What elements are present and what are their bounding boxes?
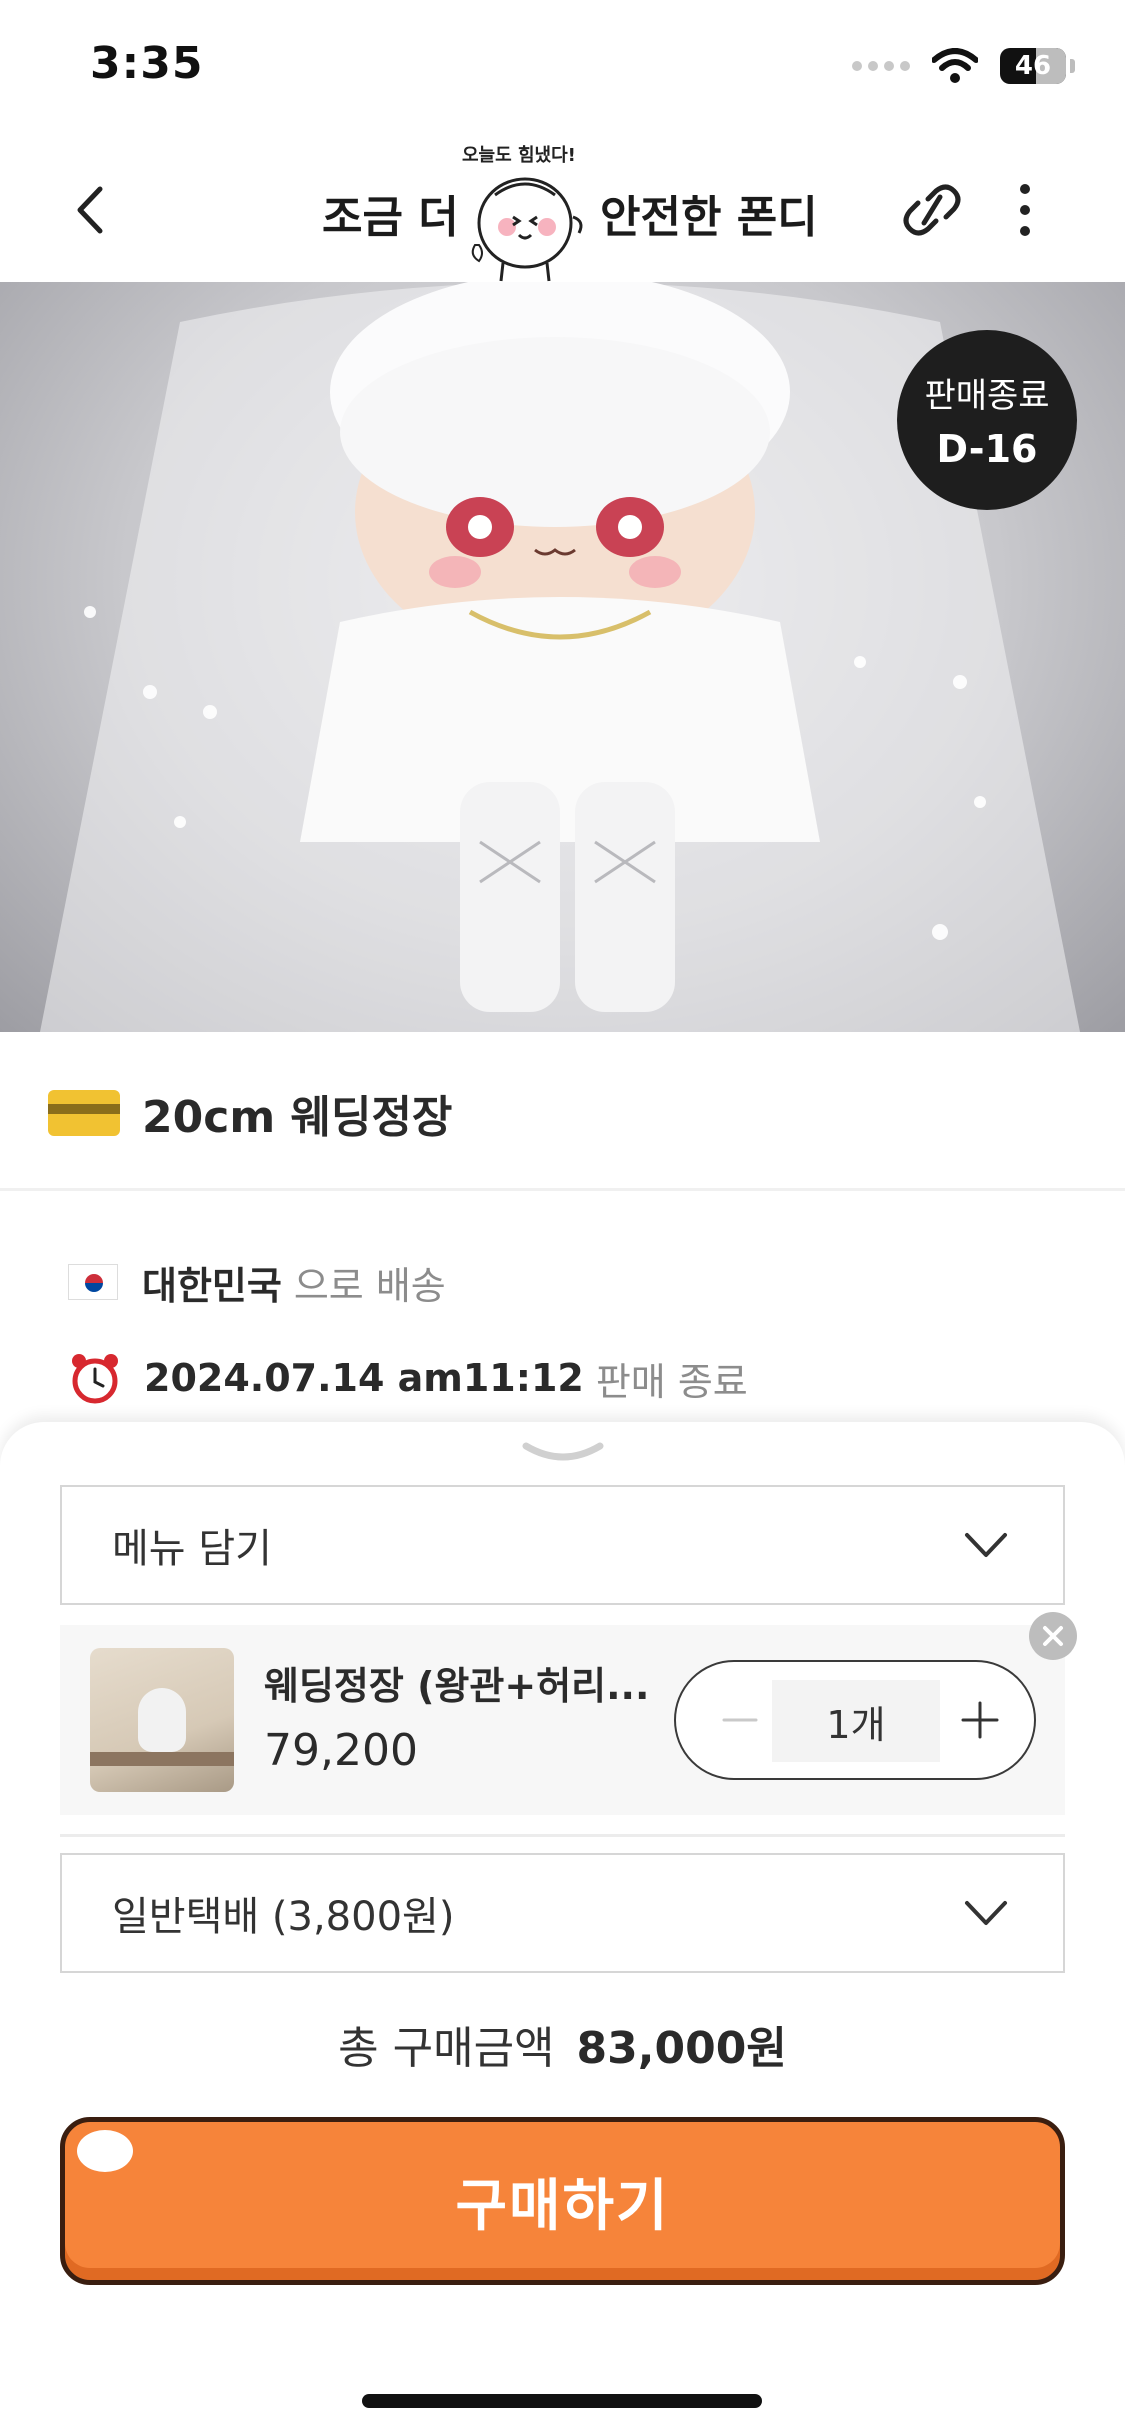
credit-card-icon — [48, 1090, 120, 1136]
sale-end-suffix: 판매 종료 — [595, 1359, 748, 1404]
shipping-country: 대한민국 — [142, 1263, 282, 1308]
battery-level: 46 — [1014, 51, 1052, 81]
delivery-select-value: 일반택배 (3,800원) — [112, 1894, 455, 1940]
status-icons: 46 — [852, 48, 1075, 84]
delivery-select-dropdown[interactable]: 일반택배 (3,800원) — [60, 1853, 1065, 1973]
menu-select-value: 메뉴 담기 — [112, 1526, 272, 1572]
header-title-left: 조금 더 — [322, 192, 459, 243]
quantity-value[interactable]: 1개 — [772, 1680, 940, 1762]
chevron-down-icon — [965, 1901, 1007, 1925]
shipping-info-row: 대한민국 으로 배송 — [68, 1252, 446, 1312]
divider — [0, 1188, 1125, 1191]
buy-button[interactable]: 구매하기 — [60, 2117, 1065, 2285]
sale-end-badge: 판매종료 D-16 — [897, 330, 1077, 510]
minus-icon[interactable] — [720, 1700, 760, 1740]
button-gloss — [77, 2130, 133, 2172]
sale-end-info-row: 2024.07.14 am11:12 판매 종료 — [68, 1348, 748, 1408]
alarm-clock-icon — [72, 1354, 118, 1404]
divider — [60, 1834, 1065, 1837]
chevron-down-icon — [965, 1533, 1007, 1557]
sale-end-datetime: 2024.07.14 am11:12 — [144, 1356, 584, 1400]
total-amount: 83,000원 — [576, 2023, 787, 2074]
home-indicator[interactable] — [362, 2394, 762, 2408]
product-title-row: 20cm 웨딩정장 — [48, 1078, 452, 1148]
quantity-stepper: 1개 — [674, 1660, 1036, 1780]
back-chevron-icon[interactable] — [62, 175, 122, 245]
buy-button-label: 구매하기 — [455, 2173, 670, 2239]
status-bar: 3:35 46 — [0, 0, 1125, 135]
product-image[interactable]: 판매종료 D-16 — [0, 282, 1125, 1032]
header-title-right: 안전한 폰디 — [600, 192, 818, 243]
total-price-row: 총 구매금액 83,000원 — [0, 2012, 1125, 2076]
cart-item-thumbnail — [90, 1648, 234, 1792]
korea-flag-icon — [68, 1264, 118, 1300]
sheet-collapse-handle-icon[interactable] — [522, 1440, 604, 1466]
close-icon — [1043, 1626, 1063, 1646]
top-nav-bar: 조금 더 오늘도 힘냈다! 안전한 폰디 — [0, 135, 1125, 282]
sale-end-countdown: D-16 — [936, 427, 1038, 471]
product-title: 20cm 웨딩정장 — [142, 1092, 453, 1143]
remove-item-button[interactable] — [1029, 1612, 1077, 1660]
mascot-logo-icon — [471, 177, 583, 282]
cart-item-price: 79,200 — [264, 1725, 418, 1776]
cart-item: 웨딩정장 (왕관+허리... 79,200 1개 — [60, 1625, 1065, 1815]
total-label: 총 구매금액 — [338, 2023, 555, 2074]
status-time: 3:35 — [90, 38, 204, 89]
wifi-icon — [932, 48, 978, 83]
plus-icon[interactable] — [959, 1699, 1001, 1741]
link-icon[interactable] — [900, 175, 964, 245]
more-vertical-icon[interactable] — [1000, 175, 1050, 245]
shipping-suffix: 으로 배송 — [293, 1263, 446, 1308]
cellular-signal-icon — [852, 61, 910, 71]
battery-icon: 46 — [1000, 48, 1066, 84]
sale-end-badge-label: 판매종료 — [924, 376, 1050, 416]
cart-item-name: 웨딩정장 (왕관+허리... — [264, 1664, 650, 1708]
menu-select-dropdown[interactable]: 메뉴 담기 — [60, 1485, 1065, 1605]
